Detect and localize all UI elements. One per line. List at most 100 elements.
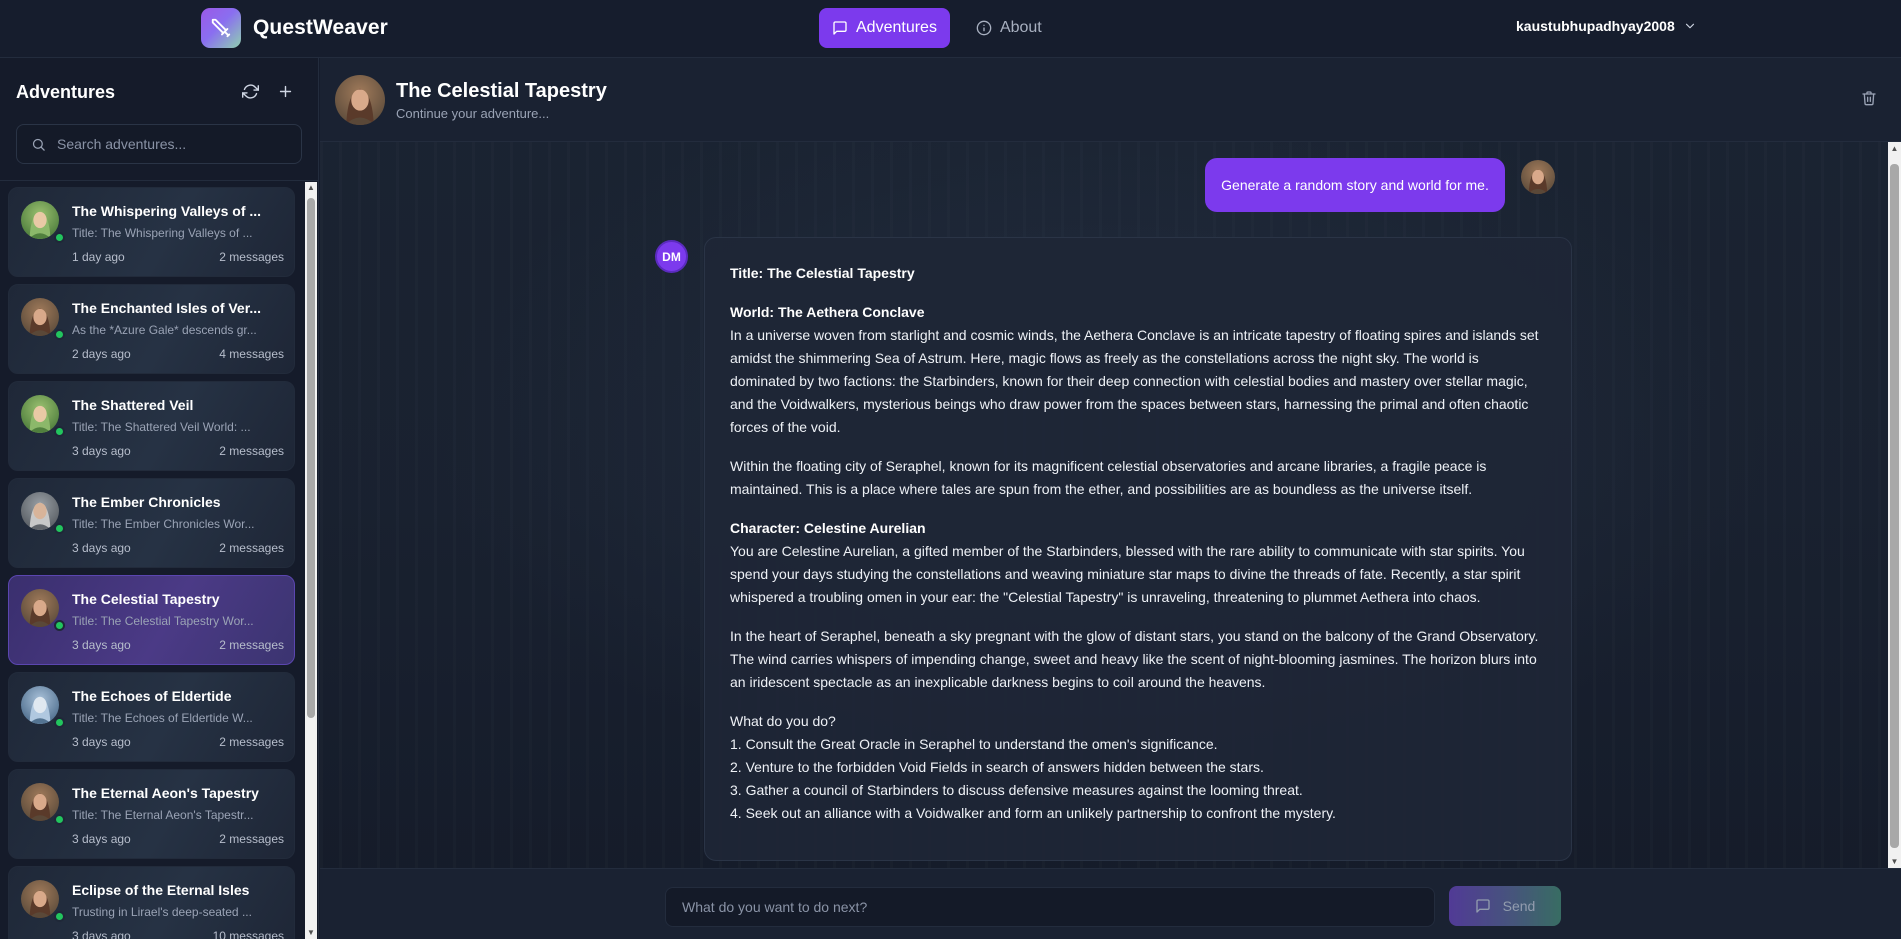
dm-message: Title: The Celestial Tapestry World: The… [704,237,1572,861]
character-heading: Character: Celestine Aurelian [730,520,926,536]
choice-option: 1. Consult the Great Oracle in Seraphel … [730,736,1218,752]
adventure-time: 3 days ago [72,735,131,749]
chat-messages: Generate a random story and world for me… [320,142,1888,868]
scene-text: In the heart of Seraphel, beneath a sky … [730,628,1539,690]
message-count: 2 messages [219,541,284,555]
adventure-item[interactable]: The Enchanted Isles of Ver... As the *Az… [8,284,295,374]
search-icon [32,138,45,151]
chat-scroll-down-arrow[interactable]: ▼ [1888,855,1901,868]
message-count: 10 messages [212,929,284,939]
message-count: 2 messages [219,444,284,458]
app-name: QuestWeaver [253,16,388,39]
adventure-avatar [21,298,59,336]
world-heading: World: The Aethera Conclave [730,304,925,320]
adventure-preview: As the *Azure Gale* descends gr... [72,323,257,337]
scroll-up-arrow[interactable]: ▲ [305,182,317,194]
adventure-preview: Title: The Eternal Aeon's Tapestr... [72,808,254,822]
chat-scroll-thumb[interactable] [1890,164,1899,848]
sword-icon [201,8,241,48]
adventure-avatar [21,783,59,821]
city-text: Within the floating city of Seraphel, kn… [730,458,1487,497]
user-message-text: Generate a random story and world for me… [1221,177,1489,193]
adventure-title: The Celestial Tapestry [72,591,220,607]
adventures-sidebar: Adventures The Whispering Valleys of ...… [0,58,319,939]
adventure-title: The Echoes of Eldertide [72,688,232,704]
nav-adventures-label: Adventures [856,19,937,36]
trash-icon[interactable] [1861,90,1877,106]
message-count: 2 messages [219,638,284,652]
adventure-avatar [21,395,59,433]
search-input[interactable] [57,136,287,152]
send-button[interactable]: Send [1449,886,1561,926]
adventure-avatar [21,492,59,530]
choices: What do you do? 1. Consult the Great Ora… [730,710,1546,825]
adventure-title: Eclipse of the Eternal Isles [72,882,250,898]
adventure-title: The Enchanted Isles of Ver... [72,300,262,316]
adventure-list: The Whispering Valleys of ... Title: The… [8,187,296,939]
adventure-preview: Title: The Celestial Tapestry Wor... [72,614,254,628]
adventure-time: 1 day ago [72,250,125,264]
online-status-dot [54,814,65,825]
user-menu[interactable]: kaustubhupadhyay2008 [1516,18,1697,34]
online-status-dot [54,523,65,534]
sidebar-scroll-thumb[interactable] [307,198,315,718]
adventure-avatar [21,201,59,239]
adventure-item[interactable]: The Celestial Tapestry Title: The Celest… [8,575,295,665]
divider [0,180,319,181]
choice-option: 4. Seek out an alliance with a Voidwalke… [730,805,1336,821]
adventure-item[interactable]: The Eternal Aeon's Tapestry Title: The E… [8,769,295,859]
chat-header: The Celestial Tapestry Continue your adv… [320,58,1901,142]
adventure-time: 3 days ago [72,541,131,555]
chevron-down-icon [1685,23,1694,29]
adventure-item[interactable]: Eclipse of the Eternal Isles Trusting in… [8,866,295,939]
username: kaustubhupadhyay2008 [1516,18,1675,34]
brand[interactable]: QuestWeaver [201,8,388,48]
online-status-dot [54,329,65,340]
info-icon [976,20,992,36]
sidebar-title: Adventures [16,82,116,102]
adventure-preview: Trusting in Lirael's deep-seated ... [72,905,252,919]
adventure-item[interactable]: The Whispering Valleys of ... Title: The… [8,187,295,277]
chat-subtitle: Continue your adventure... [396,106,550,121]
online-status-dot [54,620,65,631]
user-message: Generate a random story and world for me… [1205,158,1505,212]
online-status-dot [54,426,65,437]
message-composer: Send [320,868,1901,939]
online-status-dot [54,911,65,922]
sidebar-actions [242,83,294,100]
user-avatar [1521,160,1555,194]
adventure-preview: Title: The Echoes of Eldertide W... [72,711,253,725]
adventure-time: 3 days ago [72,444,131,458]
adventure-time: 2 days ago [72,347,131,361]
top-navigation-bar: QuestWeaver Adventures About kaustubhupa… [0,0,1901,58]
online-status-dot [54,232,65,243]
world-text: In a universe woven from starlight and c… [730,327,1539,435]
message-count: 4 messages [219,347,284,361]
chat-scroll-up-arrow[interactable]: ▲ [1888,142,1901,155]
adventure-title: The Shattered Veil [72,397,194,413]
dm-avatar: DM [655,240,688,273]
adventure-title: The Ember Chronicles [72,494,221,510]
adventure-item[interactable]: The Echoes of Eldertide Title: The Echoe… [8,672,295,762]
adventure-title: The Whispering Valleys of ... [72,203,262,219]
nav-adventures-button[interactable]: Adventures [819,8,950,48]
message-count: 2 messages [219,735,284,749]
adventure-preview: Title: The Whispering Valleys of ... [72,226,253,240]
message-input[interactable] [665,887,1435,927]
chat-bubble-icon [833,21,847,35]
adventure-item[interactable]: The Ember Chronicles Title: The Ember Ch… [8,478,295,568]
plus-icon[interactable] [277,83,294,100]
story-title: Title: The Celestial Tapestry [730,265,915,281]
adventure-avatar [21,589,59,627]
adventure-item[interactable]: The Shattered Veil Title: The Shattered … [8,381,295,471]
adventure-time: 3 days ago [72,638,131,652]
nav-about-button[interactable]: About [964,8,1054,48]
adventure-time: 3 days ago [72,832,131,846]
adventure-avatar [21,880,59,918]
chat-bubble-icon [1475,899,1490,913]
search-box [16,124,302,164]
refresh-icon[interactable] [242,83,259,100]
chat-title: The Celestial Tapestry [396,80,607,102]
scroll-down-arrow[interactable]: ▼ [305,927,317,939]
adventure-preview: Title: The Ember Chronicles Wor... [72,517,255,531]
